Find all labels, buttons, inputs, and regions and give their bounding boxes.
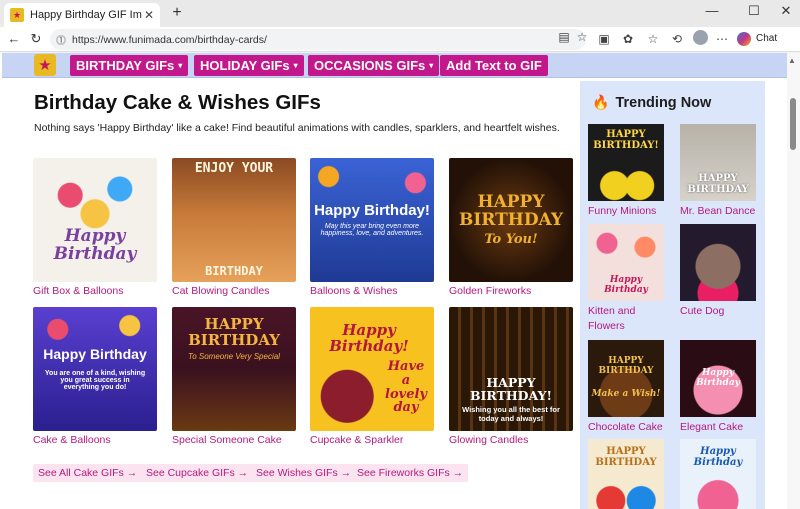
gif-card[interactable]: Happy Birthday Gift Box & Balloons	[33, 158, 157, 297]
url-text: https://www.funimada.com/birthday-cards/	[72, 33, 267, 46]
star-favicon-icon: ★	[10, 8, 24, 22]
gif-card[interactable]: Happy Birthday! Have a lovely day Cupcak…	[310, 307, 434, 446]
chevron-down-icon: ▾	[178, 61, 183, 70]
trending-heading: 🔥 Trending Now	[592, 94, 712, 111]
trending-card[interactable]: Happy Birthday	[680, 439, 758, 509]
trending-gif-image[interactable]: HAPPY BIRTHDAY	[588, 439, 664, 509]
site-header: ★ BIRTHDAY GIFs ▾ HOLIDAY GIFs ▾ OCCASIONS…	[2, 53, 787, 78]
address-bar[interactable]: ⓵ https://www.funimada.com/birthday-card…	[50, 29, 586, 50]
page-viewport: ★ BIRTHDAY GIFs ▾ HOLIDAY GIFs ▾ OCCASIONS…	[0, 53, 787, 509]
collections-icon[interactable]: ☆	[645, 32, 661, 46]
menu-add-text-to-gif[interactable]: Add Text to GIF	[440, 55, 548, 76]
chevron-down-icon: ▾	[293, 61, 298, 70]
site-logo-star-icon[interactable]: ★	[34, 54, 56, 76]
new-tab-icon[interactable]: +	[168, 4, 186, 22]
see-fireworks-gifs-link[interactable]: See Fireworks GIFs →	[352, 464, 469, 482]
scroll-up-arrow-icon[interactable]: ▲	[788, 56, 796, 65]
trending-caption[interactable]: Mr. Bean Dance	[680, 204, 758, 219]
gif-caption[interactable]: Gift Box & Balloons	[33, 285, 157, 297]
trending-caption[interactable]: Chocolate Cake	[588, 420, 666, 435]
minimize-icon[interactable]: —	[702, 3, 722, 18]
gif-card[interactable]: HAPPY BIRTHDAY! Wishing you all the best…	[449, 307, 573, 446]
chat-label: Chat	[756, 33, 778, 44]
tab-title: Happy Birthday GIF Images - Dow	[30, 9, 142, 21]
gif-card[interactable]: ENJOY YOUR BIRTHDAY Cat Blowing Candles	[172, 158, 296, 297]
gif-card[interactable]: Happy Birthday You are one of a kind, wi…	[33, 307, 157, 446]
browser-tab[interactable]: ★ Happy Birthday GIF Images - Dow ✕	[4, 3, 160, 27]
menu-holiday-gifs[interactable]: HOLIDAY GIFs ▾	[194, 55, 304, 76]
trending-card[interactable]: Cute Dog	[680, 224, 758, 319]
trending-card[interactable]: HAPPY BIRTHDAY Make a Wish! Chocolate Ca…	[588, 340, 666, 435]
trending-card[interactable]: HAPPY BIRTHDAY! Funny Minions	[588, 124, 666, 219]
gif-caption[interactable]: Golden Fireworks	[449, 285, 573, 297]
copilot-logo-icon	[737, 31, 751, 46]
trending-gif-image[interactable]: Happy Birthday	[588, 224, 664, 301]
gif-image[interactable]: Happy Birthday! Have a lovely day	[310, 307, 434, 431]
gif-card[interactable]: HAPPY BIRTHDAY To You! Golden Fireworks	[449, 158, 573, 297]
menu-occasions-gifs[interactable]: OCCASIONS GIFs ▾	[308, 55, 440, 76]
extension-icon[interactable]: ▣	[596, 32, 612, 46]
trending-caption[interactable]: Funny Minions	[588, 204, 666, 219]
trending-gif-image[interactable]	[680, 224, 756, 301]
trending-gif-image[interactable]: Happy Birthday	[680, 340, 756, 417]
trending-gif-image[interactable]: HAPPY BIRTHDAY Make a Wish!	[588, 340, 664, 417]
scrollbar-thumb[interactable]	[790, 98, 796, 150]
trending-caption[interactable]: Elegant Cake	[680, 420, 758, 435]
trending-gif-image[interactable]: HAPPY BIRTHDAY	[680, 124, 756, 201]
gif-image[interactable]: ENJOY YOUR BIRTHDAY	[172, 158, 296, 282]
gif-image[interactable]: Happy Birthday! May this year bring even…	[310, 158, 434, 282]
see-wishes-gifs-link[interactable]: See Wishes GIFs →	[251, 464, 357, 482]
puzzle-icon[interactable]: ✿	[620, 32, 636, 46]
trending-card[interactable]: HAPPY BIRTHDAY Mr. Bean Dance	[680, 124, 758, 219]
page-info-icon[interactable]: ⓵	[56, 32, 66, 47]
trending-caption[interactable]: Cute Dog	[680, 304, 758, 319]
gif-image[interactable]: HAPPY BIRTHDAY To Someone Very Special	[172, 307, 296, 431]
close-tab-icon[interactable]: ✕	[142, 8, 156, 22]
gif-caption[interactable]: Special Someone Cake	[172, 434, 296, 446]
favorite-star-icon[interactable]: ☆	[574, 30, 590, 44]
gif-caption[interactable]: Cat Blowing Candles	[172, 285, 296, 297]
reader-view-icon[interactable]: ▤	[556, 30, 572, 44]
trending-card[interactable]: Happy Birthday Kitten and Flowers	[588, 224, 666, 334]
page-intro: Nothing says 'Happy Birthday' like a cak…	[34, 122, 560, 134]
fire-icon: 🔥	[592, 94, 610, 110]
page-title: Birthday Cake & Wishes GIFs	[34, 91, 321, 114]
gif-card[interactable]: Happy Birthday! May this year bring even…	[310, 158, 434, 297]
menu-birthday-gifs[interactable]: BIRTHDAY GIFs ▾	[70, 55, 189, 76]
chevron-down-icon: ▾	[429, 61, 434, 70]
maximize-icon[interactable]: ☐	[744, 3, 764, 19]
gif-image[interactable]: HAPPY BIRTHDAY! Wishing you all the best…	[449, 307, 573, 431]
more-menu-icon[interactable]: ⋯	[714, 32, 730, 46]
trending-gif-image[interactable]: Happy Birthday	[680, 439, 756, 509]
gif-caption[interactable]: Cake & Balloons	[33, 434, 157, 446]
gif-caption[interactable]: Balloons & Wishes	[310, 285, 434, 297]
history-icon[interactable]: ⟲	[669, 32, 685, 46]
trending-card[interactable]: Happy Birthday Elegant Cake	[680, 340, 758, 435]
trending-caption[interactable]: Kitten and Flowers	[588, 304, 666, 334]
browser-toolbar: ← ↻ ⓵ https://www.funimada.com/birthday-…	[0, 27, 800, 52]
gif-caption[interactable]: Cupcake & Sparkler	[310, 434, 434, 446]
see-cupcake-gifs-link[interactable]: See Cupcake GIFs →	[141, 464, 254, 482]
see-all-cake-gifs-link[interactable]: See All Cake GIFs →	[33, 464, 143, 482]
trending-sidebar: 🔥 Trending Now HAPPY BIRTHDAY! Funny Min…	[580, 81, 765, 509]
copilot-chat-button[interactable]: Chat	[737, 30, 777, 47]
gif-caption[interactable]: Glowing Candles	[449, 434, 573, 446]
trending-card[interactable]: HAPPY BIRTHDAY	[588, 439, 666, 509]
gif-card[interactable]: HAPPY BIRTHDAY To Someone Very Special S…	[172, 307, 296, 446]
profile-avatar[interactable]	[693, 30, 708, 45]
window-close-icon[interactable]: ✕	[776, 3, 796, 19]
back-icon[interactable]: ←	[6, 31, 22, 46]
gif-image[interactable]: Happy Birthday You are one of a kind, wi…	[33, 307, 157, 431]
trending-gif-image[interactable]: HAPPY BIRTHDAY!	[588, 124, 664, 201]
gif-image[interactable]: Happy Birthday	[33, 158, 157, 282]
gif-image[interactable]: HAPPY BIRTHDAY To You!	[449, 158, 573, 282]
browser-titlebar: ★ Happy Birthday GIF Images - Dow ✕ + — …	[0, 0, 800, 27]
reload-icon[interactable]: ↻	[28, 31, 44, 47]
